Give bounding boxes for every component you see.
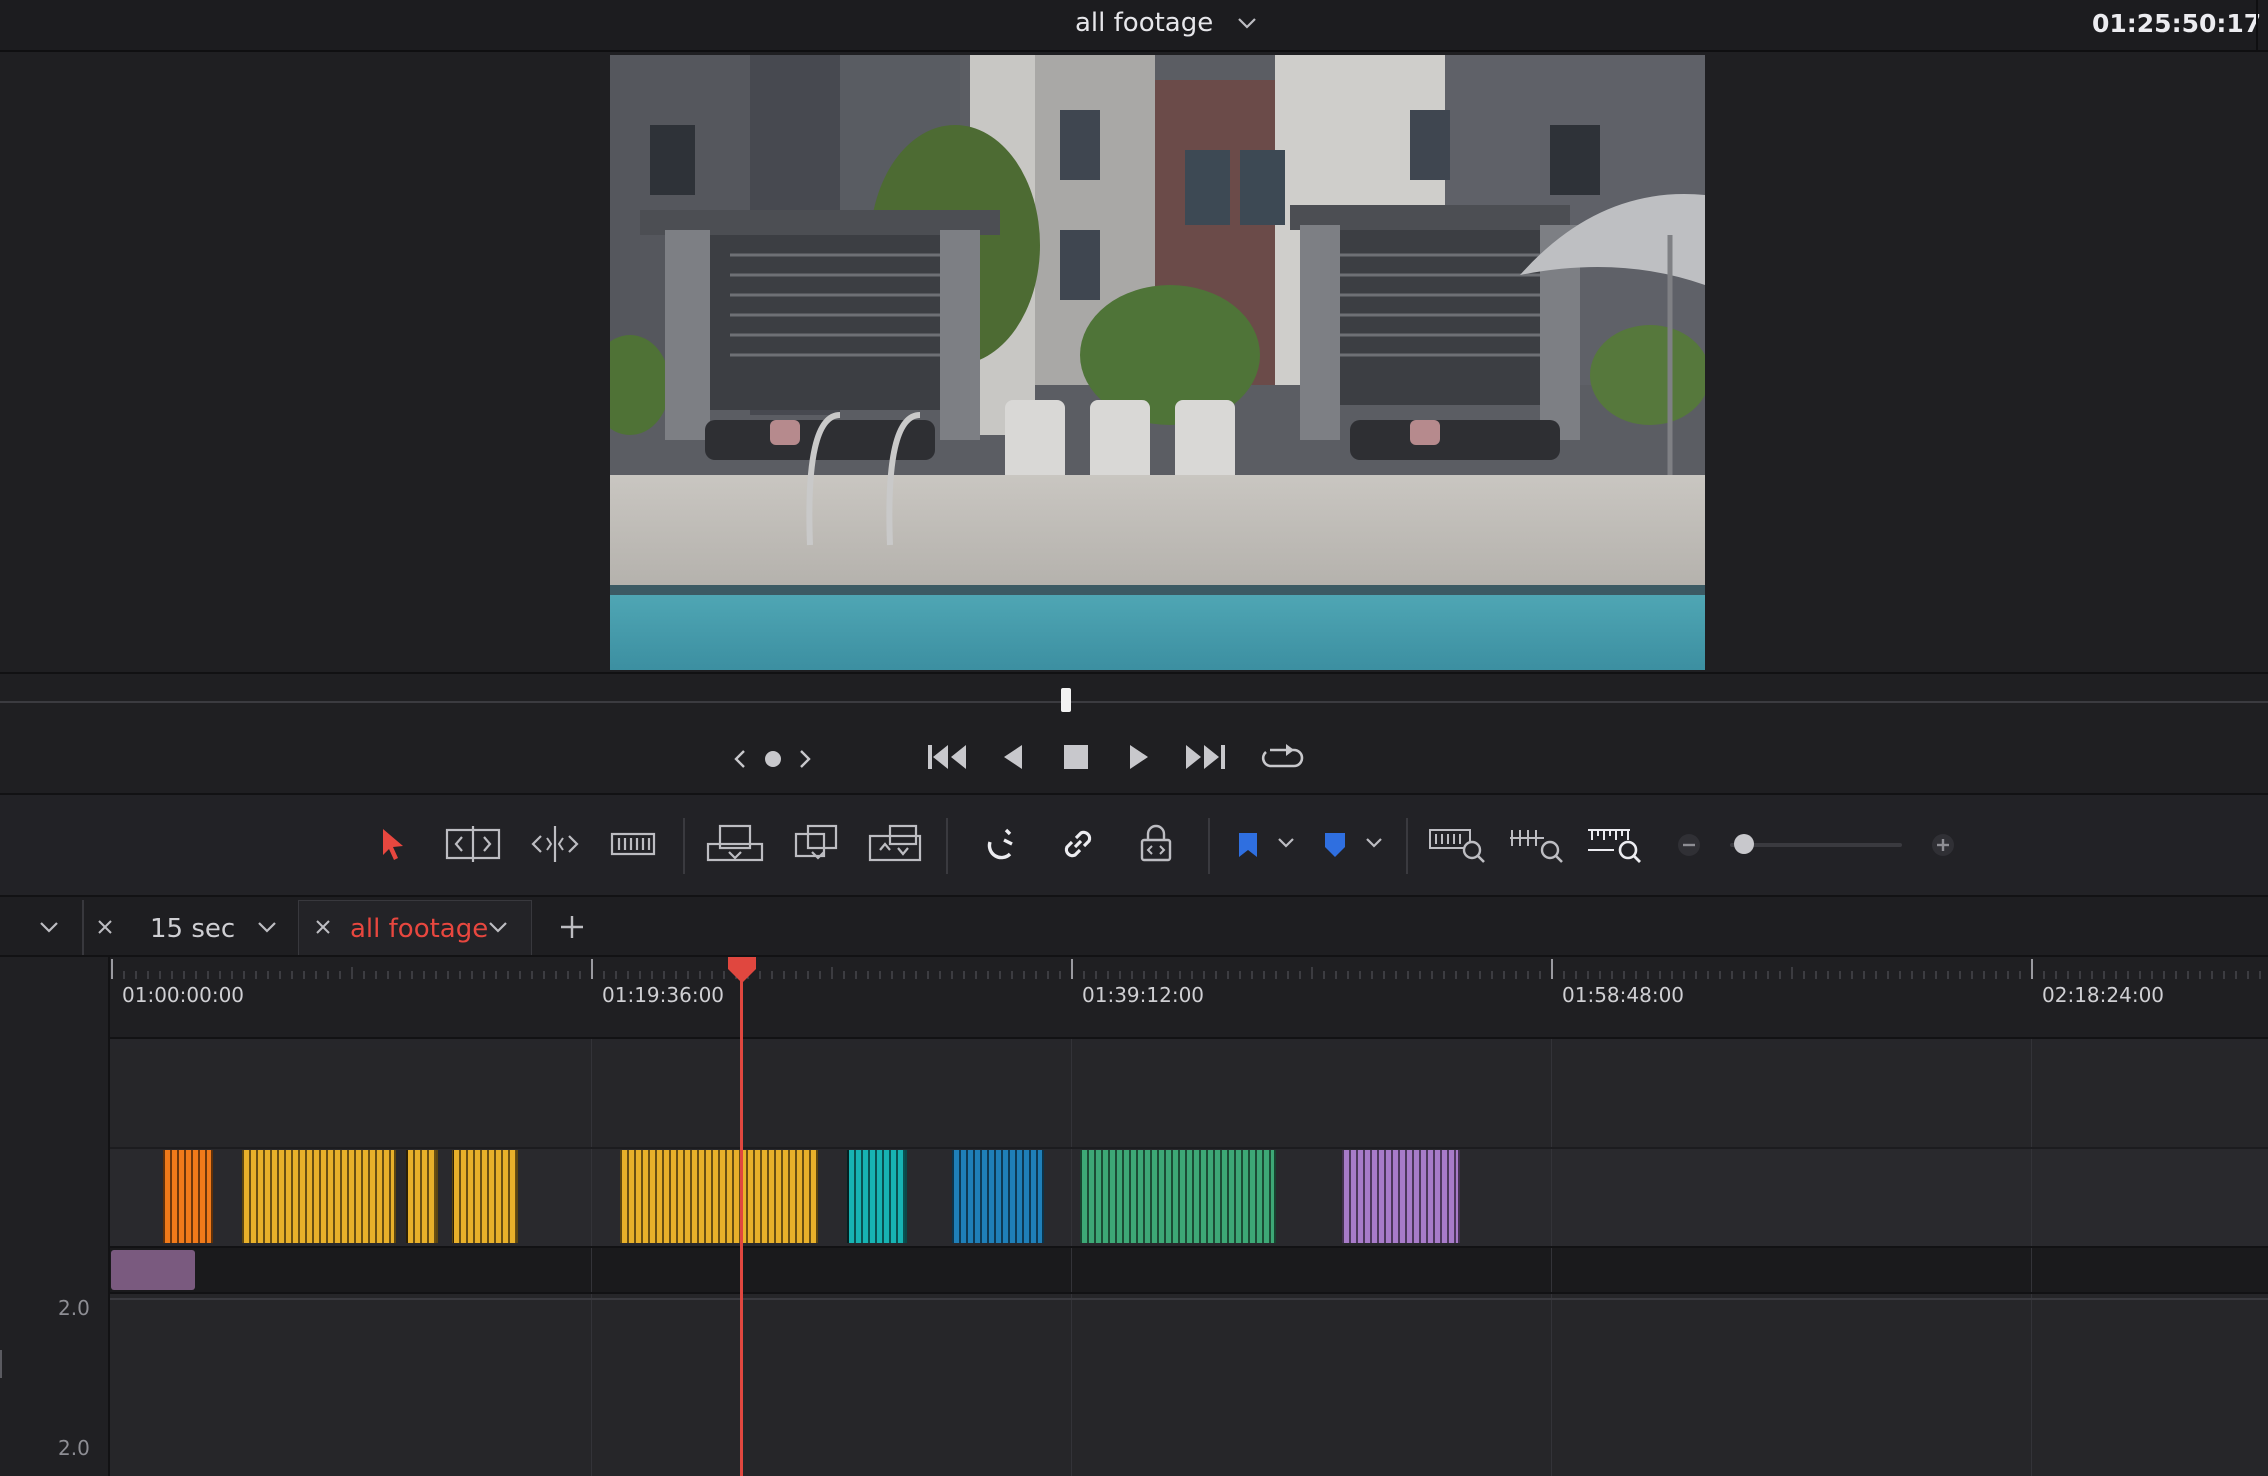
timeline-playhead[interactable] <box>740 965 743 1476</box>
add-tab-icon[interactable] <box>558 913 586 941</box>
toolbar-separator <box>683 818 685 874</box>
playhead-handle[interactable] <box>726 955 758 985</box>
blade-edit-mode-icon[interactable] <box>610 828 656 860</box>
toolbar-separator <box>946 818 948 874</box>
full-extent-zoom-icon[interactable] <box>1428 824 1486 864</box>
timeline-title[interactable]: all footage <box>1075 8 1213 38</box>
audio-clip[interactable] <box>111 1250 195 1290</box>
position-lock-icon[interactable] <box>1138 822 1174 864</box>
tab-all-footage-label[interactable]: all footage <box>350 914 488 944</box>
timeline-gridline <box>591 1037 592 1476</box>
close-icon[interactable] <box>96 918 114 936</box>
marker-icon[interactable] <box>1322 830 1348 860</box>
zoom-slider-thumb[interactable] <box>1734 834 1754 854</box>
video-clip-group[interactable] <box>1342 1150 1460 1243</box>
loop-icon[interactable] <box>1260 740 1304 774</box>
video-clip-group[interactable] <box>620 1150 818 1243</box>
close-icon[interactable] <box>314 918 332 936</box>
dynamic-trim-mode-icon[interactable] <box>527 822 583 866</box>
track-resize-handle[interactable] <box>0 1350 2 1378</box>
edit-toolbar <box>0 795 2268 895</box>
video-frame <box>610 55 1705 670</box>
linked-selection-icon[interactable] <box>1058 824 1098 864</box>
video-clip-group[interactable] <box>163 1150 213 1243</box>
custom-zoom-icon[interactable] <box>1586 824 1644 864</box>
zoom-in-icon[interactable] <box>1930 832 1956 858</box>
replace-clip-icon[interactable] <box>866 822 924 866</box>
audio-level-label: 2.0 <box>58 1436 90 1460</box>
track-divider <box>0 1298 2268 1300</box>
track-divider <box>0 1292 2268 1294</box>
chevron-down-icon[interactable] <box>256 920 278 934</box>
video-clip-group[interactable] <box>952 1150 1044 1243</box>
header-divider <box>2256 0 2258 50</box>
marker-dot-icon[interactable] <box>763 749 783 769</box>
zoom-out-icon[interactable] <box>1676 832 1702 858</box>
timeline-gridline <box>2031 1037 2032 1476</box>
selection-mode-icon[interactable] <box>378 826 408 862</box>
timeline-gridline <box>1551 1037 1552 1476</box>
chevron-down-icon[interactable] <box>1276 836 1296 850</box>
tab-divider <box>82 900 84 955</box>
chevron-down-icon[interactable] <box>1236 16 1258 30</box>
scrubber-track[interactable] <box>0 701 2268 703</box>
timecode-display: 01:25:50:17 <box>2092 9 2262 38</box>
play-reverse-icon[interactable] <box>1000 742 1026 772</box>
scrubber-playhead[interactable] <box>1061 688 1071 712</box>
detail-zoom-icon[interactable] <box>1508 824 1566 864</box>
ruler-label: 01:00:00:00 <box>122 983 245 1007</box>
timeline-gridline <box>1071 1037 1072 1476</box>
play-icon[interactable] <box>1126 742 1152 772</box>
video-clip-group[interactable] <box>452 1150 518 1243</box>
video-clip-group[interactable] <box>1080 1150 1276 1243</box>
stop-icon[interactable] <box>1062 743 1090 771</box>
track-divider <box>0 1246 2268 1248</box>
video-clip-group[interactable] <box>847 1150 907 1243</box>
ruler-label: 02:18:24:00 <box>2042 983 2165 1007</box>
video-track-empty <box>110 1049 2268 1149</box>
video-clip-group[interactable] <box>406 1150 438 1243</box>
toolbar-separator <box>1406 818 1408 874</box>
insert-clip-icon[interactable] <box>706 822 764 866</box>
overwrite-clip-icon[interactable] <box>792 822 840 866</box>
track-header-column <box>0 957 110 1476</box>
ruler-label: 01:19:36:00 <box>602 983 725 1007</box>
chevron-down-icon[interactable] <box>487 920 509 934</box>
chevron-down-icon[interactable] <box>1364 836 1384 850</box>
audio-track-area <box>110 1294 2268 1476</box>
audio-level-label: 2.0 <box>58 1296 90 1320</box>
track-divider <box>0 1037 2268 1039</box>
go-to-end-icon[interactable] <box>1183 742 1227 772</box>
tab-15-sec[interactable]: 15 sec <box>150 914 235 944</box>
zoom-slider-track[interactable] <box>1730 843 1902 847</box>
go-to-start-icon[interactable] <box>926 742 970 772</box>
next-marker-icon[interactable] <box>796 746 814 772</box>
track-divider <box>0 1147 2268 1149</box>
ruler-label: 01:58:48:00 <box>1562 983 1685 1007</box>
ruler-label: 01:39:12:00 <box>1082 983 1205 1007</box>
snapping-icon[interactable] <box>980 824 1020 864</box>
prev-marker-icon[interactable] <box>731 746 749 772</box>
chevron-down-icon[interactable] <box>38 920 60 934</box>
flag-icon[interactable] <box>1236 830 1260 860</box>
video-clip-group[interactable] <box>242 1150 396 1243</box>
trim-edit-mode-icon[interactable] <box>444 824 502 864</box>
audio-track-1[interactable] <box>110 1248 2268 1292</box>
toolbar-separator <box>1208 818 1210 874</box>
